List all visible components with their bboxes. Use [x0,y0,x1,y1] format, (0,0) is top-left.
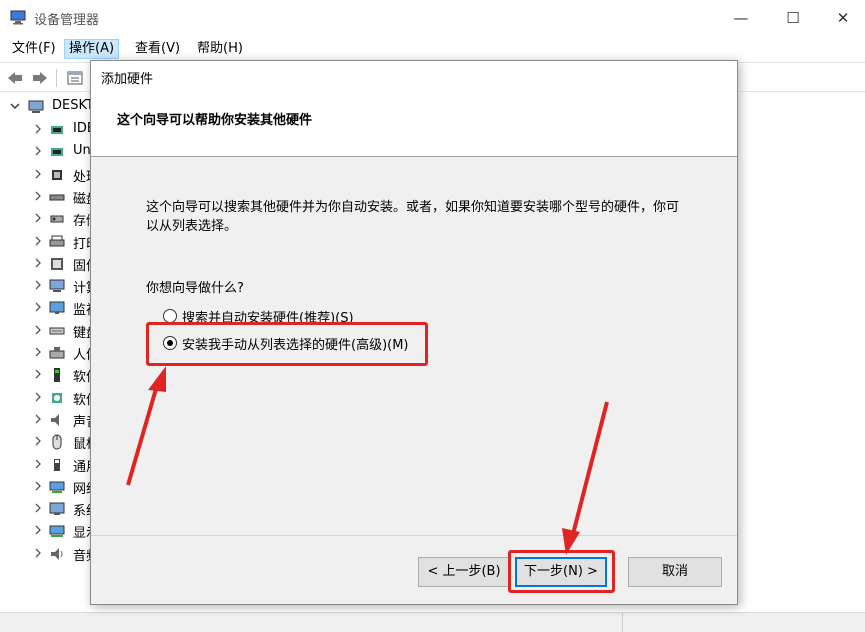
annotation-arrows [126,366,609,555]
arrow-to-manual-option [126,366,166,486]
arrow-to-next-button [562,401,609,555]
